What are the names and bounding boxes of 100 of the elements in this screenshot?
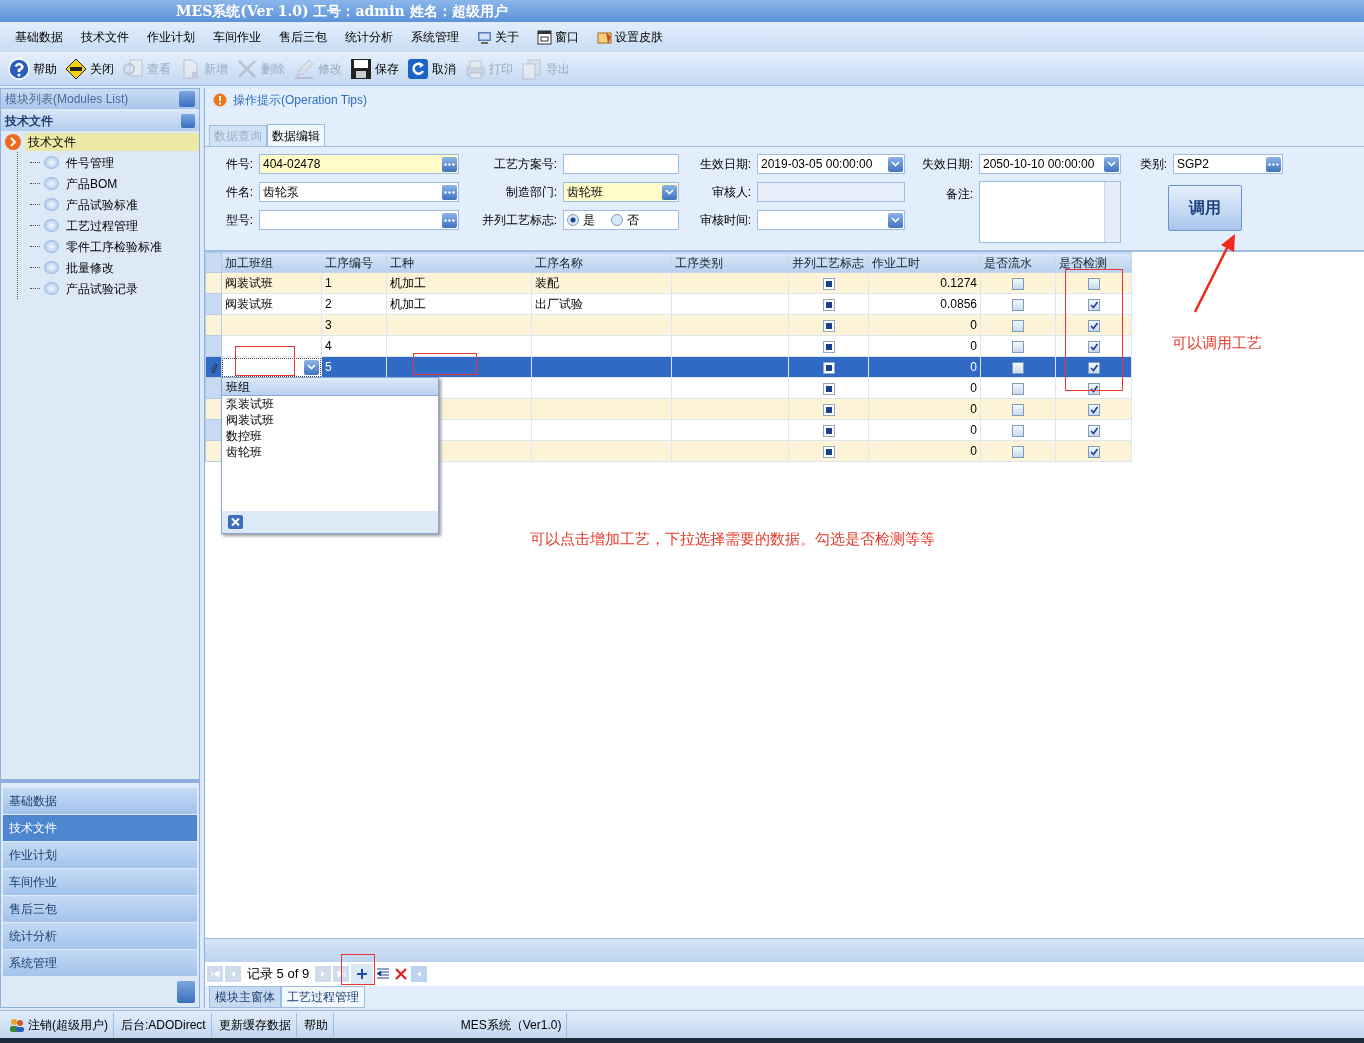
- toolbar-button[interactable]: 关闭: [63, 57, 120, 80]
- flag-checkbox[interactable]: [822, 277, 835, 290]
- tree-item[interactable]: 件号管理: [63, 153, 117, 172]
- column-header[interactable]: 是否流水: [980, 252, 1056, 273]
- menu-item[interactable]: 窗口: [528, 28, 588, 46]
- checkbox[interactable]: [1012, 382, 1024, 395]
- list-option[interactable]: 泵装试班: [222, 396, 438, 412]
- lookup-field[interactable]: 齿轮泵: [259, 182, 459, 202]
- checkbox[interactable]: [1012, 319, 1024, 332]
- menu-item[interactable]: 技术文件: [72, 28, 138, 46]
- flag-checkbox[interactable]: [822, 319, 835, 332]
- combo-field[interactable]: [757, 210, 905, 230]
- status-item[interactable]: 后台:ADODirect: [116, 1012, 212, 1037]
- add-button[interactable]: [351, 964, 374, 984]
- combo-field[interactable]: 2050-10-10 00:00:00: [979, 154, 1121, 174]
- lookup-button[interactable]: [442, 184, 457, 200]
- menu-item[interactable]: 设置皮肤: [588, 28, 672, 46]
- input-field[interactable]: [757, 182, 905, 202]
- status-item[interactable]: MES系统（Ver1.0): [455, 1012, 568, 1037]
- close-icon[interactable]: [228, 515, 243, 529]
- menu-item[interactable]: 车间作业: [204, 28, 270, 46]
- tree-item[interactable]: 产品BOM: [63, 174, 121, 193]
- tree-item[interactable]: 工艺过程管理: [63, 216, 141, 235]
- flag-checkbox[interactable]: [822, 445, 835, 458]
- tab[interactable]: 数据编辑: [267, 124, 325, 146]
- toolbar-button[interactable]: 保存: [348, 57, 405, 80]
- menu-item[interactable]: 基础数据: [6, 28, 72, 46]
- radio-button[interactable]: [567, 214, 579, 226]
- dropdown-list[interactable]: 班组 泵装试班 阀装试班 数控班 齿轮班: [221, 377, 439, 534]
- checkbox[interactable]: [1087, 361, 1100, 374]
- column-header[interactable]: 工种: [386, 252, 532, 273]
- list-option[interactable]: 齿轮班: [222, 444, 438, 460]
- tree-item[interactable]: 产品试验记录: [63, 279, 141, 298]
- column-header[interactable]: 加工班组: [221, 252, 322, 273]
- lookup-button[interactable]: [442, 156, 457, 172]
- lookup-field[interactable]: SGP2: [1173, 154, 1283, 174]
- checkbox[interactable]: [1012, 340, 1024, 353]
- combo-field[interactable]: 2019-03-05 00:00:00: [757, 154, 905, 174]
- nav-button[interactable]: 技术文件: [3, 815, 197, 841]
- menu-item[interactable]: 系统管理: [402, 28, 468, 46]
- radio-button[interactable]: [611, 214, 623, 226]
- insert-button[interactable]: [375, 966, 392, 982]
- checkbox[interactable]: [1087, 340, 1100, 353]
- flag-checkbox[interactable]: [822, 298, 835, 311]
- menu-item[interactable]: 售后三包: [270, 28, 336, 46]
- column-header[interactable]: 工序类别: [671, 252, 789, 273]
- lookup-button[interactable]: [1266, 156, 1281, 172]
- list-option[interactable]: 阀装试班: [222, 412, 438, 428]
- tree-item[interactable]: 批量修改: [63, 258, 117, 277]
- nav-button[interactable]: 系统管理: [3, 950, 197, 976]
- tab[interactable]: 模块主窗体: [209, 986, 281, 1008]
- status-item[interactable]: 帮助: [298, 1012, 334, 1037]
- column-header[interactable]: 并列工艺标志: [788, 252, 869, 273]
- checkbox[interactable]: [1087, 403, 1100, 416]
- scroll-bar[interactable]: [1104, 182, 1120, 242]
- tree-item[interactable]: 技术文件: [25, 132, 199, 151]
- nav-button[interactable]: 车间作业: [3, 869, 197, 895]
- flag-checkbox[interactable]: [822, 382, 835, 395]
- combo-field[interactable]: 齿轮班: [563, 182, 679, 202]
- dropdown-button[interactable]: [888, 212, 903, 228]
- column-header[interactable]: 是否检测: [1055, 252, 1132, 273]
- tree-item[interactable]: 零件工序检验标准: [63, 237, 165, 256]
- flag-checkbox[interactable]: [822, 340, 835, 353]
- call-button[interactable]: 调用: [1168, 185, 1242, 231]
- status-item[interactable]: 注销(超级用户): [4, 1012, 114, 1037]
- menu-item[interactable]: 关于: [468, 28, 528, 46]
- dropdown-button[interactable]: [662, 184, 677, 200]
- toolbar-button[interactable]: 取消: [405, 57, 462, 80]
- dropdown-button[interactable]: [888, 156, 903, 172]
- checkbox[interactable]: [1012, 361, 1024, 374]
- checkbox[interactable]: [1087, 445, 1100, 458]
- column-header[interactable]: 作业工时: [868, 252, 981, 273]
- checkbox[interactable]: [1012, 424, 1024, 437]
- nav-button[interactable]: 作业计划: [3, 842, 197, 868]
- checkbox[interactable]: [1087, 298, 1100, 311]
- checkbox[interactable]: [1012, 298, 1024, 311]
- input-field[interactable]: [563, 154, 679, 174]
- column-header[interactable]: 工序名称: [531, 252, 672, 273]
- checkbox[interactable]: [1012, 403, 1024, 416]
- nav-button[interactable]: 统计分析: [3, 923, 197, 949]
- lookup-button[interactable]: [442, 212, 457, 228]
- dropdown-button[interactable]: [304, 359, 319, 375]
- menu-item[interactable]: 作业计划: [138, 28, 204, 46]
- memo-field[interactable]: [979, 181, 1121, 243]
- checkbox[interactable]: [1087, 277, 1100, 290]
- lookup-field[interactable]: 404-02478: [259, 154, 459, 174]
- combo-field[interactable]: [222, 357, 321, 377]
- tree-item[interactable]: 产品试验标准: [63, 195, 141, 214]
- lookup-field[interactable]: [259, 210, 459, 230]
- checkbox[interactable]: [1087, 319, 1100, 332]
- checkbox[interactable]: [1012, 445, 1024, 458]
- checkbox[interactable]: [1087, 424, 1100, 437]
- dropdown-button[interactable]: [1104, 156, 1119, 172]
- checkbox[interactable]: [1012, 277, 1024, 290]
- column-header[interactable]: 工序编号: [321, 252, 387, 273]
- list-option[interactable]: 数控班: [222, 428, 438, 444]
- flag-checkbox[interactable]: [822, 361, 835, 374]
- nav-button[interactable]: 售后三包: [3, 896, 197, 922]
- nav-button[interactable]: 基础数据: [3, 788, 197, 814]
- flag-checkbox[interactable]: [822, 424, 835, 437]
